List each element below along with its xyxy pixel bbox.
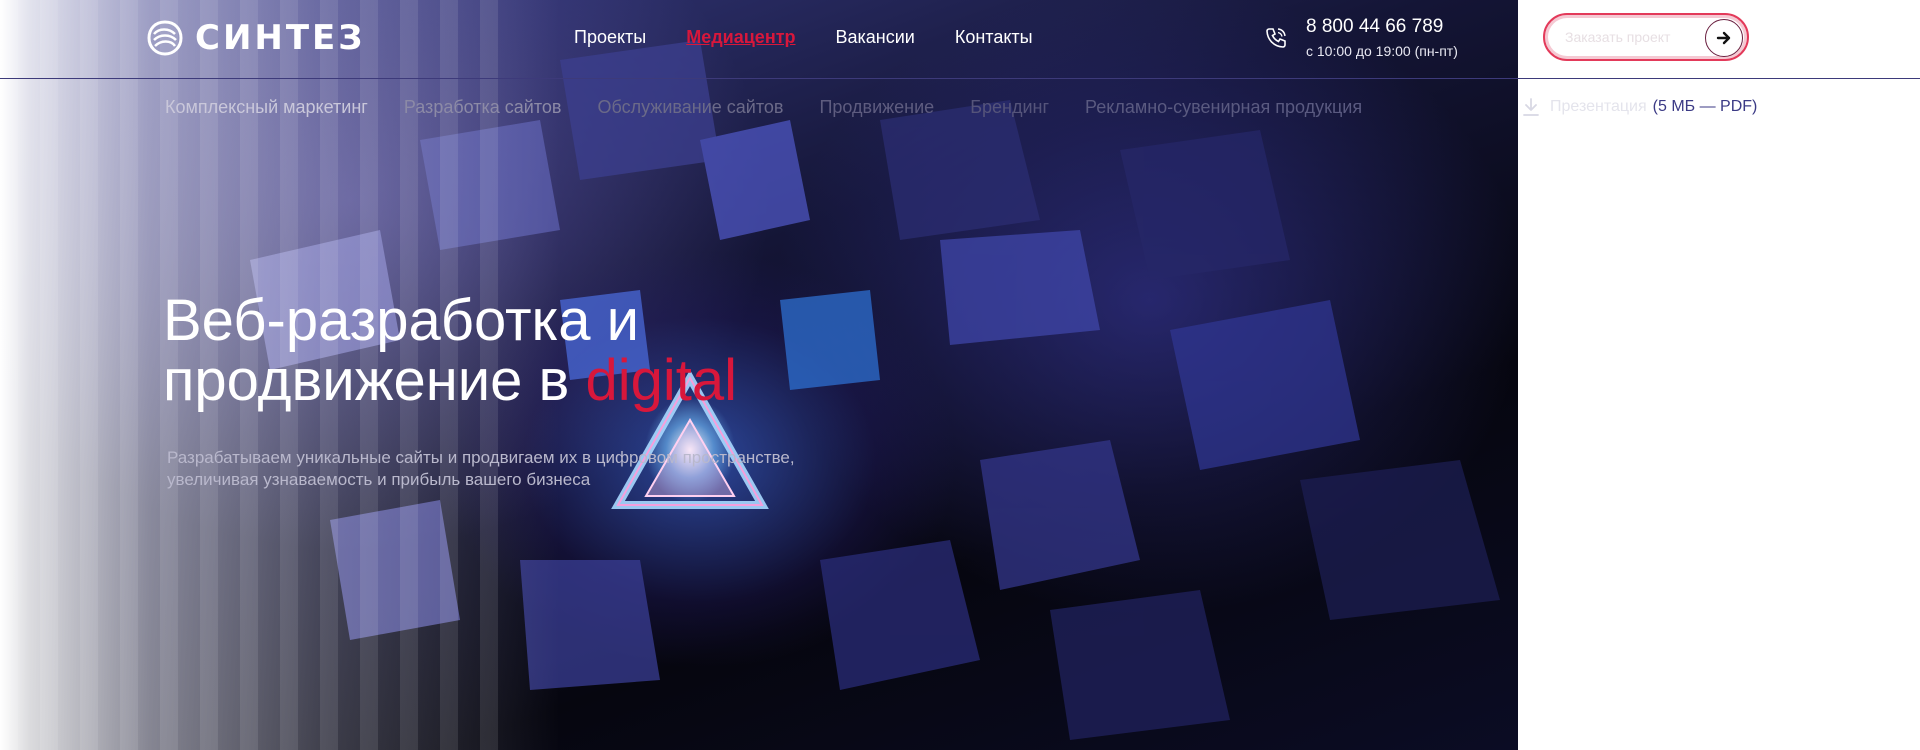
service-item-web-development[interactable]: Разработка сайтов [404,96,562,118]
service-item-site-support[interactable]: Обслуживание сайтов [597,96,783,118]
presentation-download[interactable]: Презентация (5 МБ — PDF) [1522,97,1757,117]
service-item-branding[interactable]: Брендинг [970,96,1049,118]
service-item-promo-products[interactable]: Рекламно-сувенирная продукция [1085,96,1362,118]
nav-item-vacancies[interactable]: Вакансии [836,26,915,48]
hero-subtitle: Разрабатываем уникальные сайты и продвиг… [167,447,867,491]
phone-hours: с 10:00 до 19:00 (пн-пт) [1306,43,1458,59]
hero-subtitle-line1: Разрабатываем уникальные сайты и продвиг… [167,448,795,467]
nav-item-mediacenter[interactable]: Медиацентр [686,26,795,48]
page: СИНТЕЗ Проекты Медиацентр Вакансии Конта… [0,0,1920,750]
main-nav: Проекты Медиацентр Вакансии Контакты [574,26,1073,48]
logo[interactable]: СИНТЕЗ [145,18,365,58]
order-project-button[interactable]: Заказать проект [1543,13,1749,61]
nav-item-contacts[interactable]: Контакты [955,26,1033,48]
phone-icon [1266,28,1286,48]
nav-item-projects[interactable]: Проекты [574,26,646,48]
download-icon [1523,98,1539,116]
hero-title-line1: Веб-разработка и [163,288,639,353]
logo-mark-icon [147,20,183,56]
order-project-label: Заказать проект [1565,29,1671,45]
services-nav: Комплексный маркетинг Разработка сайтов … [165,96,1398,118]
hero-title-accent: digital [585,348,738,413]
presentation-size: (5 МБ — PDF) [1652,98,1758,115]
service-item-complex-marketing[interactable]: Комплексный маркетинг [165,96,368,118]
phone-number[interactable]: 8 800 44 66 789 [1306,16,1443,38]
hero-title: Веб-разработка и продвижение в digital [163,291,963,411]
logo-text: СИНТЕЗ [195,18,366,58]
service-item-promotion[interactable]: Продвижение [819,96,934,118]
hero-title-line2: продвижение в [163,348,586,413]
site-header: СИНТЕЗ Проекты Медиацентр Вакансии Конта… [0,0,1920,79]
hero-subtitle-line2: увеличивая узнаваемость и прибыль вашего… [167,470,591,489]
arrow-right-icon [1705,19,1743,57]
presentation-label: Презентация [1550,98,1647,115]
